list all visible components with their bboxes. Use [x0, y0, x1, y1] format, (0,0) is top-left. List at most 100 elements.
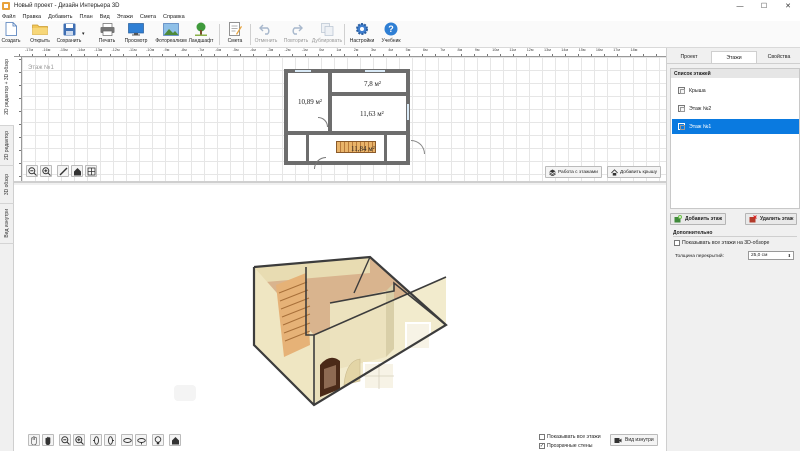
ruler-tick: -13м	[94, 48, 103, 52]
undo-button[interactable]: Отменить	[251, 22, 281, 44]
plan-2d-editor[interactable]: -17м -16м -15м -14м -13м -12м -11м -10м -9м -8м -7…	[14, 48, 666, 183]
right-panel: Проект Этажи Свойства Список этажей Крыш…	[666, 48, 800, 451]
menu-view[interactable]: Вид	[100, 14, 110, 20]
print-button[interactable]: Печать	[92, 22, 122, 44]
room-1-area: 10,89 м²	[298, 98, 323, 106]
light-bulb-icon	[154, 435, 162, 444]
checkbox-box	[539, 434, 545, 440]
gear-icon	[354, 22, 370, 36]
preview-button[interactable]: Просмотр	[121, 22, 151, 44]
estimate-icon	[227, 22, 243, 36]
tab-project[interactable]: Проект	[667, 51, 711, 63]
tab-2d-3d[interactable]: 2D редактор + 3D обзор	[0, 48, 14, 126]
ruler-tick: -11м	[128, 48, 137, 52]
house-3d-model[interactable]	[14, 185, 666, 451]
home-3d-button[interactable]	[169, 434, 181, 446]
new-file-icon	[3, 22, 19, 36]
estimate-button[interactable]: Смета	[220, 22, 250, 44]
floppy-disk-icon	[61, 22, 77, 36]
svg-text:?: ?	[388, 24, 394, 34]
thickness-input[interactable]: 25,0 см ⬍	[748, 251, 794, 260]
floor-item-roof[interactable]: Крыша	[672, 83, 799, 98]
ruler-tick: -4м	[249, 48, 256, 52]
undo-icon	[258, 22, 274, 36]
floors-work-button[interactable]: Работа с этажами	[545, 166, 602, 178]
zoom-in-button[interactable]	[40, 165, 52, 177]
add-roof-button[interactable]: Добавить крышу	[607, 166, 661, 178]
tab-3d-view[interactable]: 3D обзор	[0, 166, 14, 204]
room-3-area: 11,63 м²	[360, 110, 384, 118]
tab-inside-view[interactable]: Вид изнутри	[0, 204, 14, 244]
room-4-area: 11,84 м²	[351, 145, 375, 153]
rotate-left-button[interactable]	[90, 434, 102, 446]
tab-floors[interactable]: Этажи	[711, 51, 757, 63]
redo-button[interactable]: Повторить	[281, 22, 311, 44]
rotate-left-icon	[92, 435, 99, 445]
horizontal-ruler: -17м -16м -15м -14м -13м -12м -11м -10м -9м -8м -7…	[14, 48, 666, 57]
duplicate-icon	[319, 22, 335, 36]
create-button[interactable]: Создать	[0, 22, 26, 44]
settings-button[interactable]: Настройки	[347, 22, 377, 44]
menu-floors[interactable]: Этажи	[117, 14, 133, 20]
tab-2d-editor[interactable]: 2D редактор	[0, 126, 14, 166]
pan-mode-button[interactable]	[42, 434, 54, 446]
tutorial-button[interactable]: ? Учебник	[376, 22, 406, 44]
menu-estimate[interactable]: Смета	[140, 14, 156, 20]
minimize-button[interactable]: —	[728, 0, 752, 12]
light-button[interactable]	[152, 434, 164, 446]
home-view-button[interactable]	[71, 165, 83, 177]
floor-icon	[678, 123, 685, 130]
tilt-down-button[interactable]	[135, 434, 147, 446]
transparent-walls-checkbox[interactable]: ✓ Прозрачные стены	[539, 443, 593, 449]
floor-item-2[interactable]: Этаж №2	[672, 101, 799, 116]
ruler-tick: 10м	[492, 48, 499, 52]
add-floor-icon	[674, 215, 682, 223]
save-button[interactable]: Сохранить	[54, 22, 84, 44]
photorealism-button[interactable]: Фотореализм	[155, 22, 187, 44]
landscape-button[interactable]: Ландшафт	[186, 22, 216, 44]
zoom-in-icon	[41, 166, 51, 176]
zoom-out-button[interactable]	[26, 165, 38, 177]
inside-view-button[interactable]: Вид изнутри	[610, 434, 658, 446]
show-all-floors-checkbox[interactable]: Показывать все этажи	[539, 434, 601, 440]
ruler-tick: 12м	[526, 48, 534, 52]
home-icon	[171, 436, 179, 444]
ruler-icon	[59, 167, 67, 175]
close-button[interactable]: ✕	[776, 0, 800, 12]
fit-view-button[interactable]	[85, 165, 97, 177]
rotate-right-button[interactable]	[104, 434, 116, 446]
zoom-in-3d-button[interactable]	[73, 434, 85, 446]
spinner-icon[interactable]: ⬍	[788, 253, 791, 258]
help-icon: ?	[383, 22, 399, 36]
ruler-tick: 4м	[388, 48, 394, 52]
zoom-out-3d-button[interactable]	[59, 434, 71, 446]
add-floor-button[interactable]: Добавить этаж	[670, 213, 727, 225]
menu-add[interactable]: Добавить	[48, 14, 72, 20]
menu-edit[interactable]: Правка	[23, 14, 42, 20]
show-all-floors-3d-checkbox[interactable]: Показывать все этажи на 3D-обзоре	[674, 240, 769, 246]
measure-button[interactable]	[57, 165, 69, 177]
rotate-mode-button[interactable]	[28, 434, 40, 446]
menu-file[interactable]: Файл	[2, 14, 16, 20]
view-3d[interactable]: Показывать все этажи ✓ Прозрачные стены …	[14, 185, 666, 451]
open-button[interactable]: Открыть	[25, 22, 55, 44]
printer-icon	[99, 22, 115, 36]
zoom-in-icon	[74, 435, 84, 445]
menu-plan[interactable]: План	[79, 14, 92, 20]
floor-item-1[interactable]: Этаж №1	[672, 119, 799, 134]
ruler-tick: 0м	[319, 48, 324, 52]
ruler-tick: -7м	[198, 48, 204, 52]
photo-icon	[163, 22, 179, 36]
tilt-up-button[interactable]	[121, 434, 133, 446]
checkbox-box	[674, 240, 680, 246]
floor-plan[interactable]	[284, 69, 410, 169]
save-dropdown-icon[interactable]: ▾	[82, 31, 85, 37]
ruler-tick: 6м	[422, 48, 428, 52]
delete-floor-button[interactable]: Удалить этаж	[745, 213, 798, 225]
ruler-tick: 16м	[595, 48, 603, 52]
menu-help[interactable]: Справка	[163, 14, 185, 20]
duplicate-button[interactable]: Дублировать	[311, 22, 343, 44]
tab-properties[interactable]: Свойства	[757, 51, 800, 63]
ruler-tick: 17м	[613, 48, 621, 52]
maximize-button[interactable]: ☐	[752, 0, 776, 12]
